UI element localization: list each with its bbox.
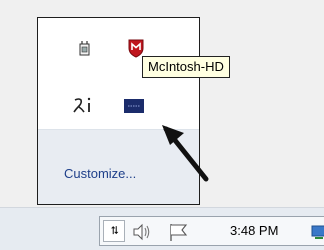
network-icon[interactable] <box>310 224 324 240</box>
system-tray: ⮁ 3:48 PM <box>99 216 324 246</box>
mcintosh-hd-drive-icon[interactable] <box>124 99 144 113</box>
power-plug-icon[interactable] <box>76 40 94 58</box>
mouse-cursor-arrow-icon <box>162 125 209 182</box>
volume-speaker-icon[interactable] <box>132 223 150 241</box>
tooltip: McIntosh-HD <box>142 56 230 78</box>
system-clock[interactable]: 3:48 PM <box>230 223 278 238</box>
taskbar: ⮁ 3:48 PM <box>0 207 324 250</box>
chevron-up-icon: ⮁ <box>109 225 119 237</box>
mcafee-shield-icon[interactable] <box>127 38 145 58</box>
action-center-flag-icon[interactable] <box>168 222 190 241</box>
customize-link[interactable]: Customize... <box>64 166 136 181</box>
show-hidden-icons-button[interactable]: ⮁ <box>103 220 125 242</box>
ime-language-icon[interactable] <box>73 94 95 113</box>
